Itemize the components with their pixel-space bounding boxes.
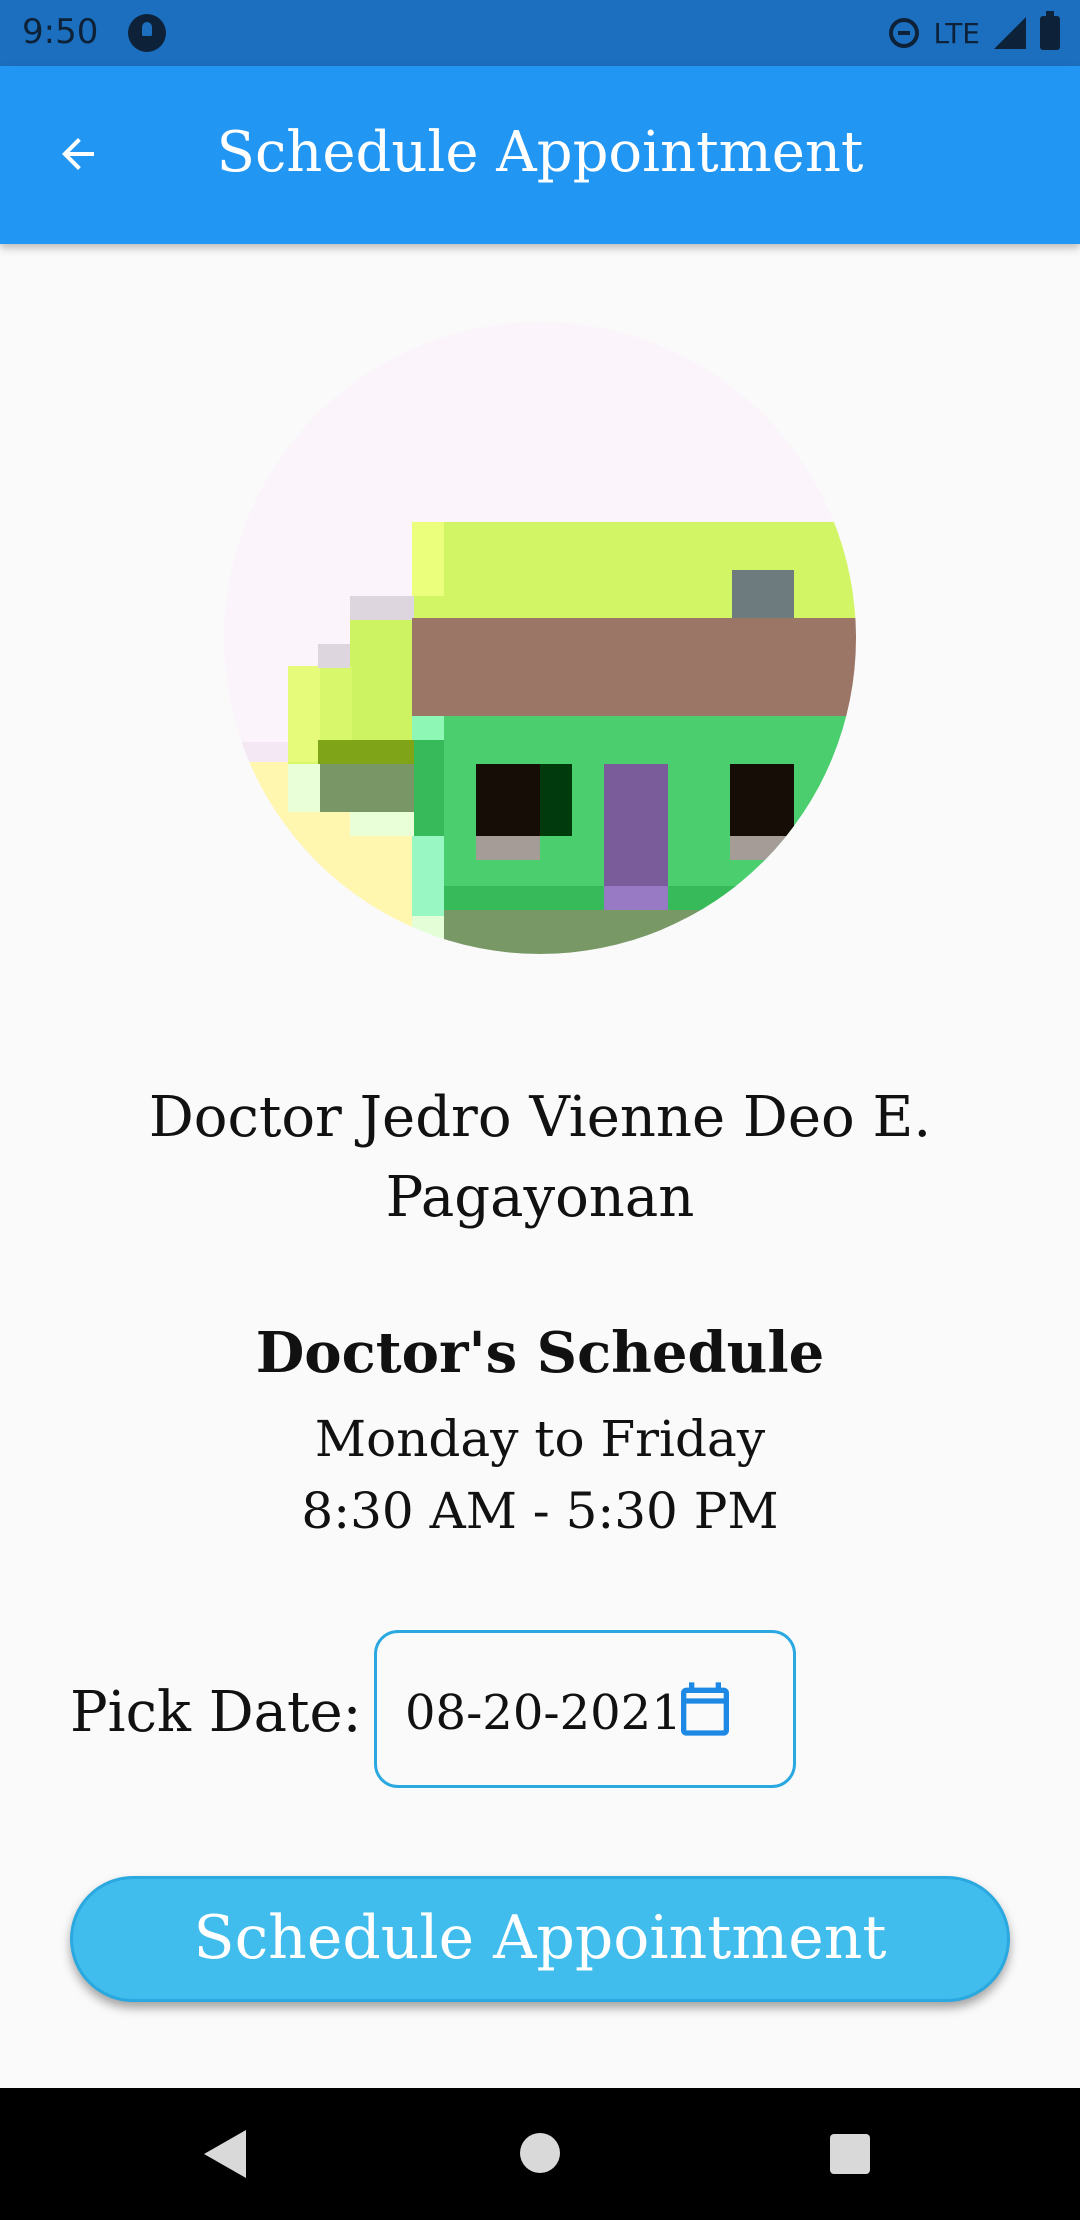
do-not-disturb-icon <box>889 18 920 48</box>
app-notification-icon <box>128 14 166 52</box>
battery-icon <box>1040 11 1060 50</box>
pick-date-label: Pick Date: <box>70 1680 362 1745</box>
doctor-name: Doctor Jedro Vienne Deo E. Pagayonan <box>148 1085 932 1230</box>
date-value: 08-20-2021 <box>405 1685 682 1741</box>
schedule-appointment-screen: 9:50 LTE Schedule Appointment Doctor Jed… <box>0 0 1080 2220</box>
date-field[interactable]: 08-20-2021 <box>374 1630 796 1788</box>
nav-recents-icon[interactable] <box>830 2134 870 2174</box>
doctor-avatar <box>224 322 856 954</box>
signal-icon <box>994 17 1026 49</box>
page-title: Schedule Appointment <box>216 120 864 185</box>
calendar-icon <box>681 1682 729 1736</box>
pixel-house-avatar <box>224 322 856 954</box>
status-time: 9:50 <box>22 12 99 52</box>
network-type: LTE <box>933 16 980 50</box>
status-bar: 9:50 LTE <box>0 0 1080 66</box>
status-icons: LTE <box>889 11 1060 54</box>
schedule-hours: 8:30 AM - 5:30 PM <box>301 1482 779 1540</box>
schedule-heading: Doctor's Schedule <box>255 1320 825 1386</box>
nav-back-icon[interactable] <box>204 2130 246 2178</box>
schedule-appointment-button[interactable]: Schedule Appointment <box>70 1876 1010 2002</box>
calendar-button[interactable] <box>673 1677 737 1741</box>
app-bar: Schedule Appointment <box>0 66 1080 244</box>
nav-home-icon[interactable] <box>520 2133 560 2173</box>
schedule-days: Monday to Friday <box>314 1410 766 1468</box>
system-nav-bar <box>0 2088 1080 2220</box>
